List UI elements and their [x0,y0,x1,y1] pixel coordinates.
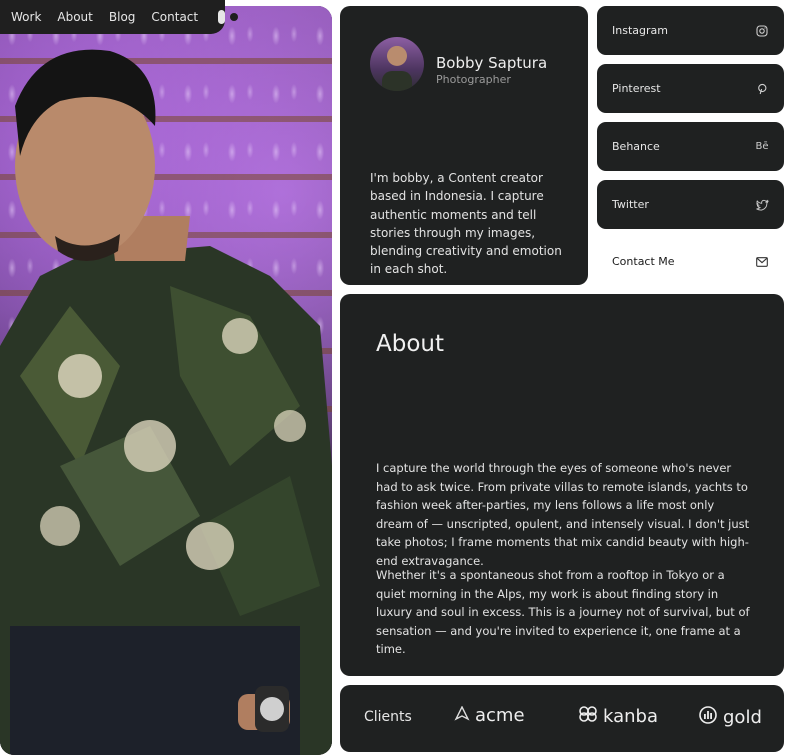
avatar [370,37,424,91]
contact-me-button[interactable]: Contact Me [597,237,784,286]
social-label: Pinterest [612,82,661,95]
about-paragraph-1: I capture the world through the eyes of … [376,461,750,568]
social-link-twitter[interactable]: Twitter [597,180,784,229]
avatar-shirt [382,71,412,91]
client-name: gold [723,706,762,728]
client-logo-kanba: kanba [578,705,658,727]
hero-photo [0,6,332,755]
pinterest-icon [755,82,769,96]
twitter-icon [755,198,769,212]
nav-about[interactable]: About [57,10,92,24]
profile-bio: I'm bobby, a Content creator based in In… [370,171,562,277]
kanba-logo-icon [578,705,598,727]
social-link-instagram[interactable]: Instagram [597,6,784,55]
social-label: Instagram [612,24,668,37]
instagram-icon [755,24,769,38]
profile-name: Bobby Saptura [436,54,548,72]
social-link-pinterest[interactable]: Pinterest [597,64,784,113]
profile-role: Photographer [436,73,511,86]
about-card: About I capture the world through the ey… [340,294,784,676]
client-name: kanba [603,705,659,727]
acme-logo-icon [454,704,470,726]
social-label: Contact Me [612,255,675,268]
gold-logo-icon [698,705,718,729]
client-logo-acme: acme [454,704,525,726]
social-label: Behance [612,140,660,153]
clients-card: Clients acme kanba gold [340,685,784,752]
nav-blog[interactable]: Blog [109,10,136,24]
top-nav: Work About Blog Contact [0,0,238,34]
behance-icon: Bē [755,141,769,152]
client-name: acme [475,705,525,726]
portrait-figure [0,49,332,755]
theme-toggle[interactable] [218,10,238,24]
social-link-behance[interactable]: Behance Bē [597,122,784,171]
clients-label: Clients [364,709,412,725]
social-label: Twitter [612,198,649,211]
nav-contact[interactable]: Contact [151,10,198,24]
about-title: About [376,331,445,357]
profile-card: Bobby Saptura Photographer I'm bobby, a … [340,6,588,285]
client-logo-gold: gold [698,705,762,729]
about-paragraph-2: Whether it's a spontaneous shot from a r… [376,568,750,656]
mail-icon [755,255,769,269]
nav-work[interactable]: Work [11,10,41,24]
